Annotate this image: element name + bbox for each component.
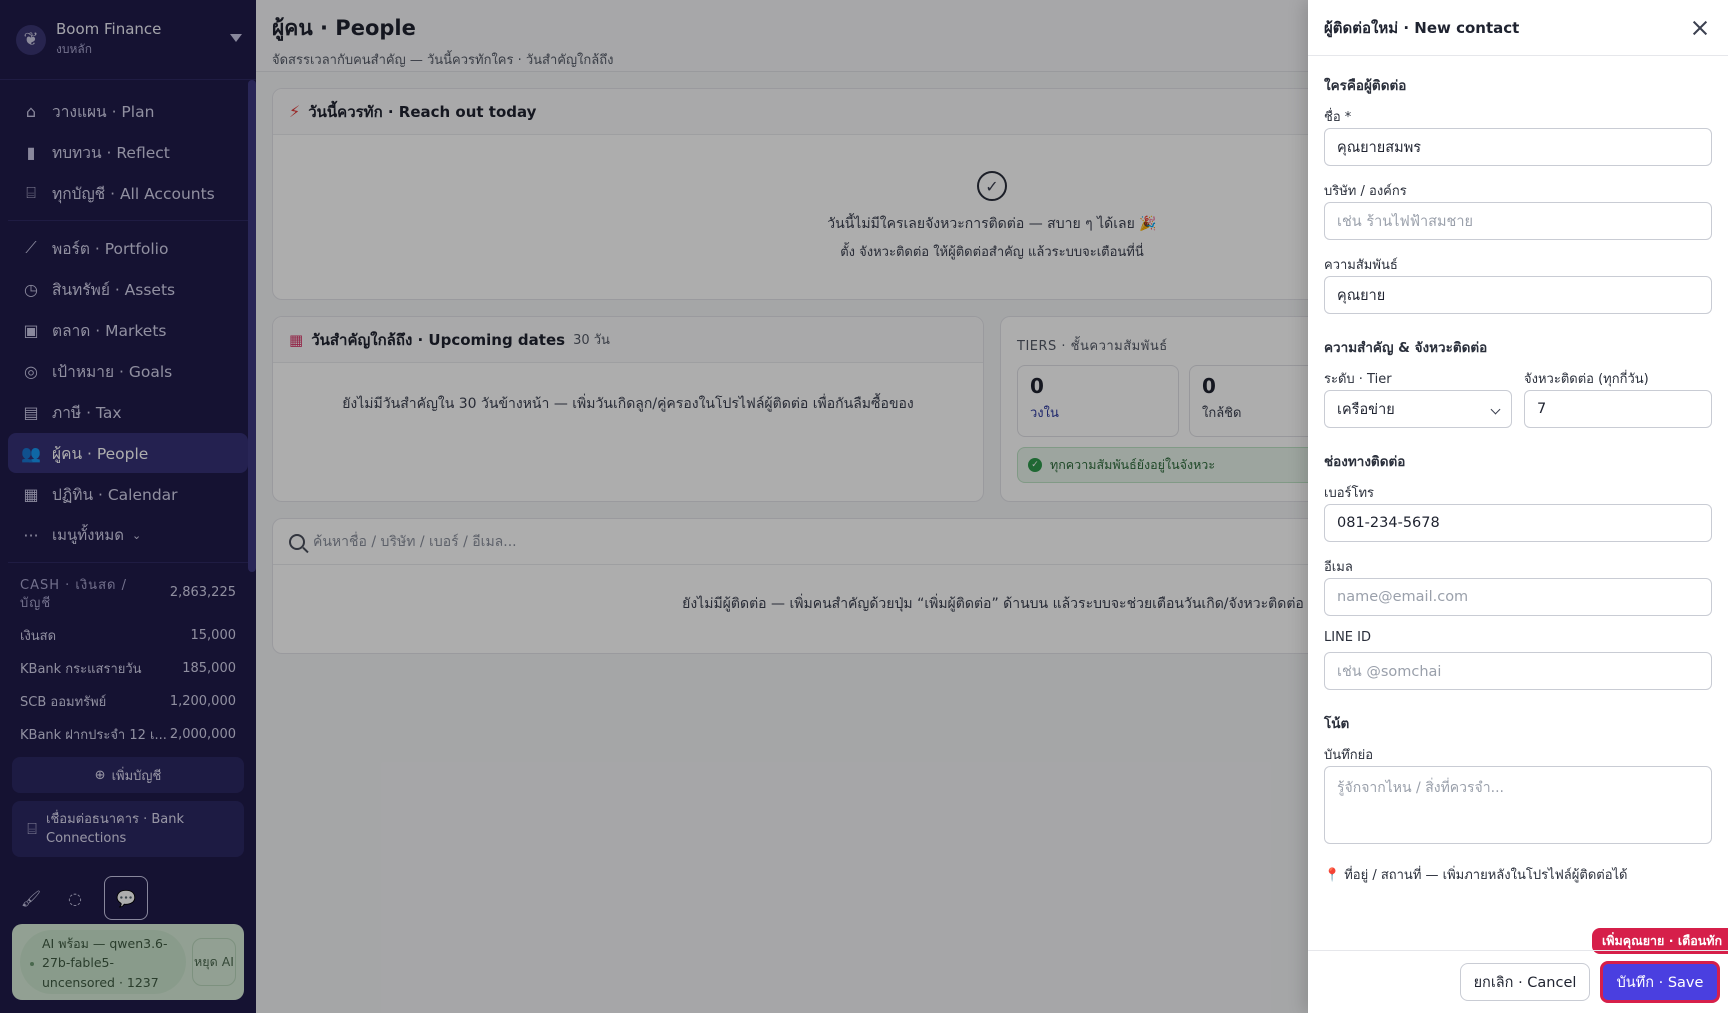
phone-label: เบอร์โทร <box>1324 486 1375 501</box>
section-notes: โน้ต <box>1324 716 1350 732</box>
company-label: บริษัท / องค์กร <box>1324 184 1407 199</box>
line-id-label: LINE ID <box>1324 630 1371 645</box>
section-who: ใครคือผู้ติดต่อ <box>1324 78 1407 94</box>
company-field[interactable]: เช่น ร้านไฟฟ้าสมชาย <box>1324 202 1712 240</box>
cancel-button[interactable]: ยกเลิก · Cancel <box>1460 963 1590 1001</box>
save-button[interactable]: บันทึก · Save <box>1600 961 1720 1003</box>
name-field[interactable]: คุณยายสมพร <box>1324 128 1712 166</box>
section-channels: ช่องทางติดต่อ <box>1324 454 1406 470</box>
email-field[interactable]: name@email.com <box>1324 578 1712 616</box>
chevron-down-icon <box>1490 404 1501 415</box>
tier-select[interactable]: เครือข่าย <box>1324 390 1512 428</box>
relation-label: ความสัมพันธ์ <box>1324 258 1398 273</box>
cadence-field[interactable]: 7 <box>1524 390 1712 428</box>
close-icon[interactable] <box>1688 16 1712 40</box>
tier-label: ระดับ · Tier <box>1324 372 1392 387</box>
relation-field[interactable]: คุณยาย <box>1324 276 1712 314</box>
location-hint: 📍 ที่อยู่ / สถานที่ — เพิ่มภายหลังในโปรไฟ… <box>1324 868 1628 883</box>
new-contact-drawer: ผู้ติดต่อใหม่ · New contact ใครคือผู้ติด… <box>1308 0 1728 1013</box>
section-priority: ความสำคัญ & จังหวะติดต่อ <box>1324 340 1488 356</box>
phone-field[interactable]: 081-234-5678 <box>1324 504 1712 542</box>
notes-label: บันทึกย่อ <box>1324 748 1374 763</box>
line-id-field[interactable]: เช่น @somchai <box>1324 652 1712 690</box>
name-label: ชื่อ * <box>1324 110 1352 125</box>
drawer-title: ผู้ติดต่อใหม่ · New contact <box>1324 18 1520 37</box>
cadence-label: จังหวะติดต่อ (ทุกกี่วัน) <box>1524 372 1649 387</box>
email-label: อีเมล <box>1324 560 1353 575</box>
notes-textarea[interactable]: รู้จักจากไหน / สิ่งที่ควรจำ... <box>1324 766 1712 844</box>
pin-icon: 📍 <box>1324 868 1341 883</box>
